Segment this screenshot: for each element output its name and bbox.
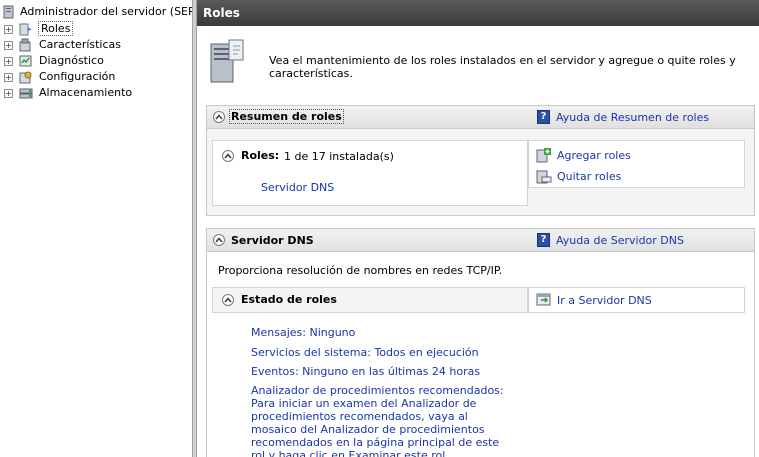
details-pane: Roles Vea el mantenimiento de los roles … xyxy=(197,0,759,457)
navigation-tree: Administrador del servidor (SERVID + Rol… xyxy=(0,0,214,457)
expand-icon[interactable]: + xyxy=(4,89,13,98)
dns-help-link[interactable]: Ayuda de Servidor DNS xyxy=(556,234,684,247)
tree-root-label: Administrador del servidor (SERVID xyxy=(20,5,215,18)
remove-roles-icon xyxy=(536,170,552,184)
intro-text: Vea el mantenimiento de los roles instal… xyxy=(269,54,736,80)
roles-box: Roles: 1 de 17 instalada(s) Servidor DNS xyxy=(212,140,528,206)
summary-help-link[interactable]: Ayuda de Resumen de roles xyxy=(556,111,709,124)
help-icon[interactable]: ? xyxy=(537,110,550,124)
remove-roles-link[interactable]: Quitar roles xyxy=(557,170,621,183)
tree-item-label: Almacenamiento xyxy=(39,86,133,99)
dns-role-link[interactable]: Servidor DNS xyxy=(261,181,334,194)
tree-item-features[interactable]: + Características xyxy=(0,37,192,53)
storage-icon xyxy=(19,88,33,99)
goto-dns-icon xyxy=(536,293,551,306)
server-manager-icon xyxy=(3,5,14,19)
add-roles-link[interactable]: Agregar roles xyxy=(557,149,631,162)
expand-icon[interactable]: + xyxy=(4,41,13,50)
roles-count: 1 de 17 instalada(s) xyxy=(284,150,394,163)
bpa-status-link[interactable]: Analizador de procedimientos recomendado… xyxy=(251,384,513,457)
roles-icon xyxy=(19,23,32,36)
features-icon xyxy=(19,38,31,52)
tree-item-label: Características xyxy=(39,38,122,51)
collapse-icon[interactable] xyxy=(213,111,225,123)
roles-label: Roles: xyxy=(241,149,280,162)
expand-icon[interactable]: + xyxy=(4,57,13,66)
section-title: Servidor DNS xyxy=(231,234,314,247)
collapse-icon[interactable] xyxy=(222,294,234,306)
dns-content: Proporciona resolución de nombres en red… xyxy=(207,252,754,457)
help-icon[interactable]: ? xyxy=(537,233,550,247)
dns-actions: Ir a Servidor DNS xyxy=(528,287,745,313)
section-title[interactable]: Resumen de roles xyxy=(229,109,344,124)
tree-item-roles[interactable]: + Roles xyxy=(0,21,192,37)
messages-status-link[interactable]: Mensajes: Ninguno xyxy=(251,326,355,339)
page-title: Roles xyxy=(203,6,240,20)
tree-root[interactable]: Administrador del servidor (SERVID xyxy=(0,4,214,20)
expand-icon[interactable]: + xyxy=(4,73,13,82)
configuration-icon xyxy=(19,71,32,84)
tree-item-storage[interactable]: + Almacenamiento xyxy=(0,85,192,101)
roles-summary-section: Resumen de roles ? Ayuda de Resumen de r… xyxy=(206,105,755,216)
section-header: Servidor DNS ? Ayuda de Servidor DNS xyxy=(207,229,754,252)
dns-description: Proporciona resolución de nombres en red… xyxy=(218,264,503,277)
roles-actions: Agregar roles Quitar roles xyxy=(528,140,745,188)
add-roles-icon xyxy=(536,148,551,163)
role-status-title: Estado de roles xyxy=(241,293,337,306)
tree-item-configuration[interactable]: + Configuración xyxy=(0,69,192,85)
collapse-icon[interactable] xyxy=(213,234,225,246)
page-header: Roles xyxy=(197,0,759,26)
tree-item-label: Configuración xyxy=(39,70,116,83)
role-status-header: Estado de roles xyxy=(212,287,528,313)
goto-dns-link[interactable]: Ir a Servidor DNS xyxy=(557,294,652,307)
diagnostics-icon xyxy=(19,55,32,67)
server-roles-icon xyxy=(210,39,244,83)
events-status-link[interactable]: Eventos: Ninguno en las últimas 24 horas xyxy=(251,365,480,378)
section-header: Resumen de roles ? Ayuda de Resumen de r… xyxy=(207,106,754,129)
tree-item-label: Diagnóstico xyxy=(39,54,104,67)
tree-item-diagnostics[interactable]: + Diagnóstico xyxy=(0,53,192,69)
expand-icon[interactable]: + xyxy=(4,25,13,34)
services-status-link[interactable]: Servicios del sistema: Todos en ejecució… xyxy=(251,346,479,359)
dns-server-section: Servidor DNS ? Ayuda de Servidor DNS Pro… xyxy=(206,228,755,457)
collapse-icon[interactable] xyxy=(222,150,234,162)
intro-banner: Vea el mantenimiento de los roles instal… xyxy=(197,26,759,98)
tree-item-label: Roles xyxy=(37,21,74,36)
